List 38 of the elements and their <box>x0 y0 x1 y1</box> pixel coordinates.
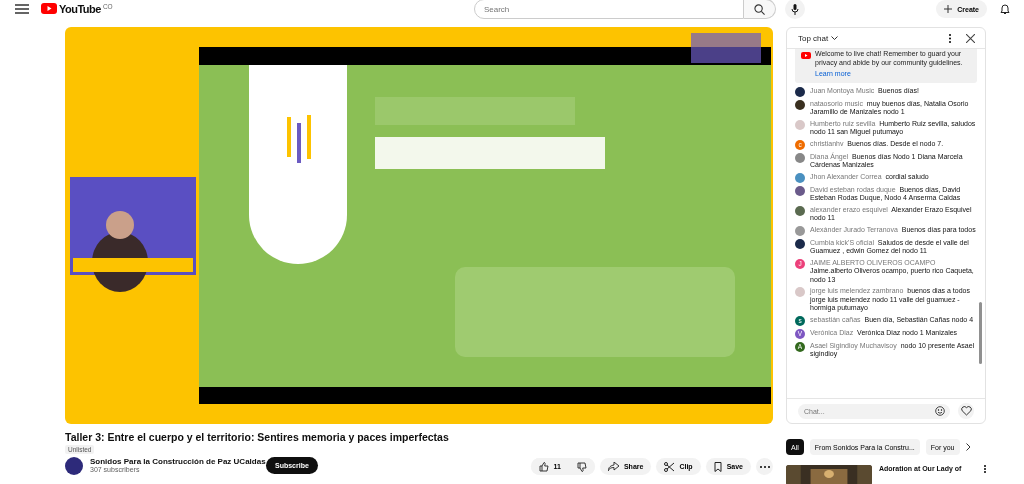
chevron-down-icon <box>831 36 839 40</box>
plus-icon <box>944 5 953 13</box>
microphone-icon <box>790 3 799 15</box>
user-avatar <box>795 86 805 97</box>
user-avatar <box>795 185 805 196</box>
bell-icon[interactable] <box>1000 3 1010 15</box>
search-field[interactable]: Search <box>473 0 744 19</box>
video-title: Taller 3: Entre el cuerpo y el territorio: Sentires memoria y paces imperfectas <box>65 431 450 443</box>
share-arrow-icon <box>607 462 619 471</box>
thumbs-up-icon <box>538 461 549 472</box>
heart-button[interactable] <box>958 403 974 419</box>
user-avatar <box>795 152 805 163</box>
user-avatar <box>795 225 805 236</box>
user-avatar <box>795 287 805 297</box>
close-icon[interactable] <box>966 33 975 43</box>
user-avatar <box>795 172 805 183</box>
more-icon <box>759 465 770 468</box>
user-avatar <box>795 99 805 110</box>
search-icon <box>753 3 765 15</box>
more-button[interactable] <box>756 458 773 475</box>
thumbs-down-icon <box>576 461 587 472</box>
chevron-right-icon[interactable] <box>965 443 971 451</box>
play-logo-icon <box>801 52 811 59</box>
bookmark-icon <box>713 461 722 472</box>
microphone-button[interactable] <box>784 0 805 19</box>
play-logo-icon <box>41 3 57 14</box>
channel-avatar[interactable] <box>65 457 83 475</box>
search-button[interactable] <box>743 0 776 19</box>
heart-icon <box>960 406 972 416</box>
emoji-icon[interactable] <box>935 406 945 416</box>
channel-name[interactable]: Sonidos Para la Construcción de Paz UCaldas <box>90 457 266 466</box>
user-avatar <box>795 119 805 130</box>
menu-icon[interactable] <box>15 4 29 14</box>
top-chat-dropdown[interactable]: Top chat <box>798 33 839 43</box>
user-avatar <box>795 238 805 249</box>
user-avatar <box>795 205 805 216</box>
logo-text[interactable]: YouTube <box>59 3 101 15</box>
scissors-icon <box>664 461 675 472</box>
